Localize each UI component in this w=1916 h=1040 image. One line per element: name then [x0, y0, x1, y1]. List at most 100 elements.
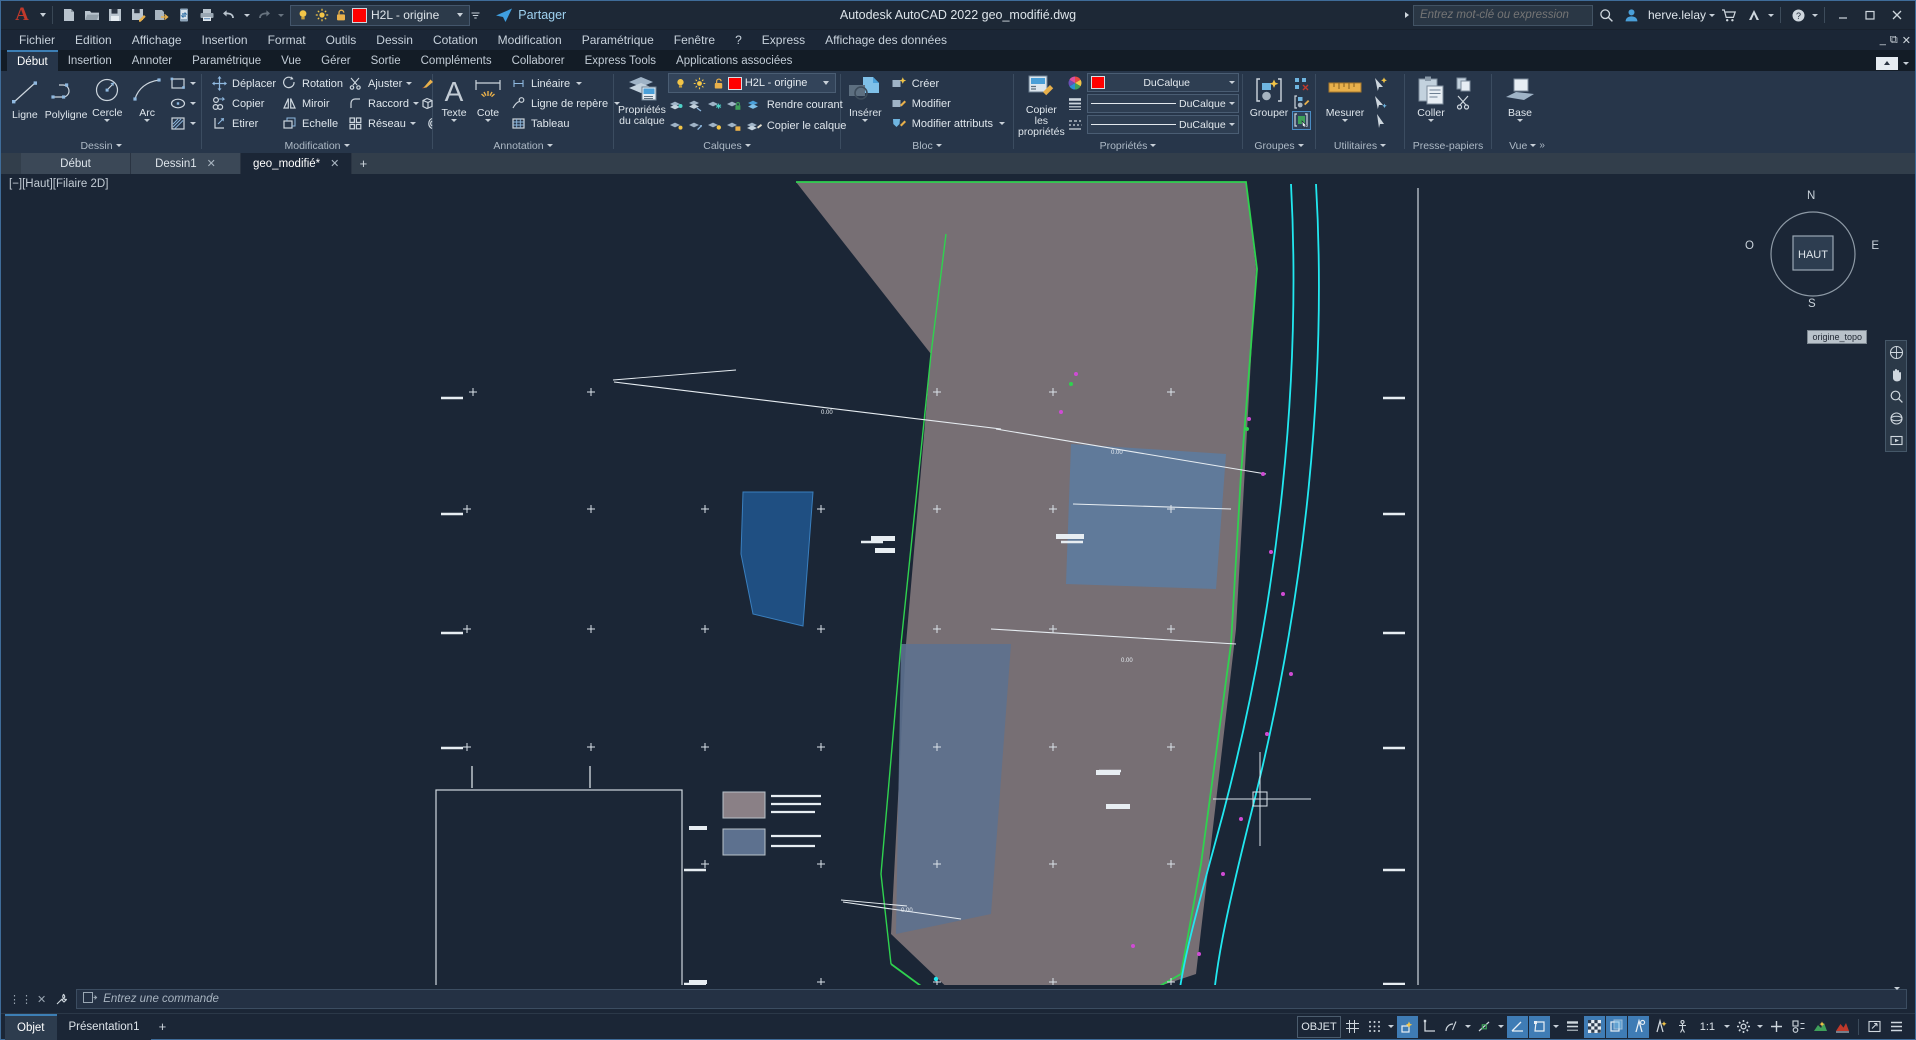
linetype-icon[interactable]	[1067, 116, 1084, 133]
tool-ajuster[interactable]: Ajuster	[344, 74, 414, 93]
color-wheel-icon[interactable]	[1067, 74, 1084, 91]
cote-dropdown-caret[interactable]	[485, 119, 491, 122]
tool-copier-les-proprietes[interactable]: Copier les propriétés	[1018, 73, 1065, 138]
printer-icon[interactable]	[196, 4, 217, 26]
workspace-dropdown-caret[interactable]	[1755, 1025, 1765, 1028]
tool-ellipse[interactable]	[169, 94, 197, 113]
layout-tab-presentation1[interactable]: Présentation1	[56, 1013, 152, 1040]
document-tab-geo-modifie[interactable]: geo_modifié* ✕	[241, 153, 353, 174]
menu-item-edition[interactable]: Edition	[65, 30, 122, 50]
panel-overflow-caret[interactable]: »	[1539, 140, 1545, 151]
menu-item-fichier[interactable]: Fichier	[9, 30, 65, 50]
ellipse-icon[interactable]	[169, 95, 186, 112]
model-space-button[interactable]: OBJET	[1297, 1015, 1341, 1038]
user-name[interactable]: herve.lelay	[1648, 8, 1706, 22]
user-avatar-icon[interactable]	[1621, 4, 1643, 26]
layer-control-dropdown[interactable]: H2L - origine	[667, 73, 836, 93]
ribbon-tab-vue[interactable]: Vue	[271, 50, 311, 71]
ribbon-tab-applications-associees[interactable]: Applications associées	[666, 50, 802, 71]
close-icon[interactable]: ✕	[37, 993, 47, 1006]
unlock-icon[interactable]	[331, 6, 350, 25]
tool-echelle[interactable]: Echelle	[278, 114, 342, 133]
autodesk-app-icon[interactable]	[1743, 4, 1765, 26]
ellipse-dropdown-caret[interactable]	[188, 102, 197, 105]
tool-miroir[interactable]: Miroir	[278, 94, 342, 113]
panel-expand-caret[interactable]	[343, 144, 350, 147]
tool-lineaire[interactable]: Linéaire	[507, 74, 624, 93]
cercle-dropdown-caret[interactable]	[104, 119, 111, 122]
arc-dropdown-caret[interactable]	[144, 119, 151, 122]
menu-item-insertion[interactable]: Insertion	[192, 30, 258, 50]
share-button[interactable]: Partager	[495, 7, 566, 23]
minimize-doc-button[interactable]: _	[1880, 34, 1886, 46]
maximize-window-button[interactable]	[1858, 4, 1882, 26]
texte-dropdown-caret[interactable]	[451, 119, 457, 122]
user-menu-caret[interactable]	[1709, 13, 1715, 17]
redo-arrow-icon[interactable]	[253, 4, 274, 26]
linetype-dropdown[interactable]: DuCalque	[1086, 115, 1239, 134]
save-as-icon[interactable]	[127, 4, 148, 26]
tool-modifier-attributs[interactable]: Modifier attributs	[888, 114, 1009, 133]
menu-item-cotation[interactable]: Cotation	[423, 30, 488, 50]
ribbon-tab-annoter[interactable]: Annoter	[122, 50, 182, 71]
tool-mesurer[interactable]: Mesurer	[1320, 74, 1370, 122]
grid-icon[interactable]	[1342, 1016, 1363, 1038]
menu-item-dessin[interactable]: Dessin	[366, 30, 423, 50]
drag-grip-icon[interactable]: ⋮⋮	[9, 993, 33, 1006]
layer-on-icon[interactable]	[687, 117, 704, 134]
osnap-dropdown-caret[interactable]	[1496, 1025, 1506, 1028]
tool-rendre-courant[interactable]: Rendre courant	[744, 95, 846, 114]
ribbon-tab-collaborer[interactable]: Collaborer	[502, 50, 575, 71]
close-icon[interactable]: ✕	[330, 157, 339, 170]
layer-off-icon[interactable]	[687, 96, 704, 113]
orbit-icon[interactable]	[1888, 410, 1904, 426]
tool-etirer[interactable]: Etirer	[208, 114, 276, 133]
document-tab-debut[interactable]: Début	[21, 153, 131, 174]
tool-reseau[interactable]: Réseau	[344, 114, 416, 133]
ortho-icon[interactable]	[1419, 1016, 1440, 1038]
help-menu-caret[interactable]	[1812, 13, 1818, 17]
dynamic-ucs-icon[interactable]	[1528, 1015, 1550, 1038]
command-input[interactable]: Entrez une commande	[76, 987, 1907, 1009]
apps-menu-caret[interactable]	[1768, 13, 1774, 17]
hamburger-menu-icon[interactable]	[1886, 1016, 1907, 1038]
layer-color-swatch[interactable]	[352, 7, 367, 23]
unlock-icon[interactable]	[709, 74, 728, 93]
ribbon-tab-gerer[interactable]: Gérer	[311, 50, 360, 71]
expand-caret-icon[interactable]	[1894, 987, 1900, 1008]
attributs-dropdown-caret[interactable]	[997, 122, 1006, 125]
tool-ligne-de-repere[interactable]: Ligne de repère	[507, 94, 624, 113]
menu-item-help[interactable]: ?	[725, 30, 752, 50]
hachures-dropdown-caret[interactable]	[188, 122, 197, 125]
lightbulb-icon[interactable]	[293, 6, 312, 25]
undo-dropdown-caret[interactable]	[241, 5, 252, 25]
coller-dropdown-caret[interactable]	[1428, 119, 1434, 122]
save-disk-icon[interactable]	[104, 4, 125, 26]
tool-cote[interactable]: Cote	[471, 74, 505, 122]
open-folder-icon[interactable]	[81, 4, 102, 26]
expand-screen-icon[interactable]	[1864, 1016, 1885, 1038]
tool-coller[interactable]: Coller	[1409, 74, 1453, 122]
full-navigation-wheel-icon[interactable]	[1888, 344, 1904, 360]
viewcube-west-label[interactable]: O	[1745, 240, 1754, 252]
panel-expand-caret[interactable]	[1380, 144, 1387, 147]
close-icon[interactable]: ✕	[207, 157, 216, 170]
autocad-a-logo[interactable]: A	[7, 3, 37, 27]
ungroup-icon[interactable]	[1293, 76, 1310, 93]
sun-icon[interactable]	[690, 74, 709, 93]
transparency-checker-icon[interactable]	[1583, 1015, 1605, 1038]
rectangle-dropdown-caret[interactable]	[188, 82, 197, 85]
tool-cercle[interactable]: Cercle	[87, 74, 127, 122]
clean-screen-icon[interactable]	[1832, 1016, 1853, 1038]
close-doc-button[interactable]: ✕	[1902, 34, 1911, 47]
menu-item-outils[interactable]: Outils	[316, 30, 367, 50]
menu-item-modification[interactable]: Modification	[488, 30, 572, 50]
scale-dropdown-caret[interactable]	[1722, 1025, 1732, 1028]
new-document-icon[interactable]	[58, 4, 79, 26]
tool-rectangle[interactable]	[169, 74, 197, 93]
layer-freeze-icon[interactable]	[706, 96, 723, 113]
ribbon-tab-debut[interactable]: Début	[7, 50, 58, 71]
view-cube[interactable]: HAUT N E S O	[1745, 190, 1879, 310]
edit-group-icon[interactable]	[1293, 94, 1310, 111]
annotation-scale-value[interactable]: 1:1	[1694, 1021, 1721, 1033]
